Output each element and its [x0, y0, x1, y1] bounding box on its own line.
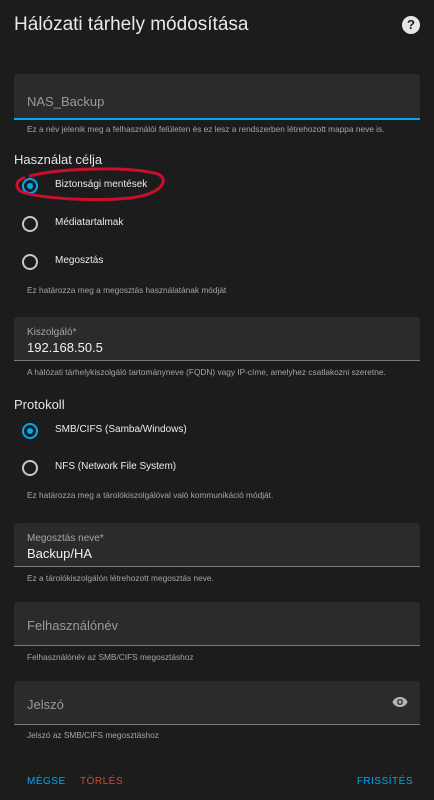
eye-icon[interactable]	[392, 696, 408, 708]
delete-button[interactable]: TÖRLÉS	[80, 776, 123, 787]
protocol-heading: Protokoll	[14, 397, 65, 412]
radio-backups-label: Biztonsági mentések	[55, 179, 148, 190]
cancel-button[interactable]: MÉGSE	[27, 776, 66, 787]
update-button[interactable]: FRISSÍTÉS	[357, 776, 413, 787]
share-name-field[interactable]: Megosztás neve* Backup/HA	[14, 523, 420, 567]
share-name-field-value: Backup/HA	[27, 546, 93, 561]
radio-backups-indicator[interactable]	[22, 178, 38, 194]
password-field[interactable]: Jelszó	[14, 681, 420, 725]
radio-share-label: Megosztás	[55, 255, 104, 266]
radio-smb-indicator[interactable]	[22, 423, 38, 439]
password-field-placeholder: Jelszó	[27, 697, 64, 712]
radio-nfs[interactable]: NFS (Network File System)	[22, 458, 262, 482]
radio-smb[interactable]: SMB/CIFS (Samba/Windows)	[22, 421, 262, 445]
username-field-helper: Felhasználónév az SMB/CIFS megosztáshoz	[27, 652, 194, 662]
name-field[interactable]: NAS_Backup	[14, 74, 420, 120]
protocol-helper: Ez határozza meg a tárolókiszolgálóval v…	[27, 490, 274, 500]
name-field-placeholder: NAS_Backup	[27, 94, 105, 109]
share-name-field-label: Megosztás neve*	[27, 533, 104, 544]
help-icon[interactable]: ?	[402, 16, 420, 34]
dialog-title: Hálózati tárhely módosítása	[14, 14, 249, 35]
server-field-value: 192.168.50.5	[27, 340, 103, 355]
share-name-field-helper: Ez a tárolókiszolgálón létrehozott megos…	[27, 573, 214, 583]
password-field-helper: Jelszó az SMB/CIFS megosztáshoz	[27, 730, 159, 740]
radio-share[interactable]: Megosztás	[22, 252, 222, 276]
server-field[interactable]: Kiszolgáló* 192.168.50.5	[14, 317, 420, 361]
radio-media-indicator[interactable]	[22, 216, 38, 232]
username-field[interactable]: Felhasználónév	[14, 602, 420, 646]
usage-helper: Ez határozza meg a megosztás használatán…	[27, 285, 227, 295]
username-field-placeholder: Felhasználónév	[27, 618, 119, 633]
radio-media-label: Médiatartalmak	[55, 217, 124, 228]
name-field-helper: Ez a név jelenik meg a felhasználói felü…	[27, 124, 385, 134]
radio-nfs-indicator[interactable]	[22, 460, 38, 476]
radio-backups[interactable]: Biztonsági mentések	[22, 176, 222, 200]
server-field-label: Kiszolgáló*	[27, 327, 77, 338]
radio-nfs-label: NFS (Network File System)	[55, 461, 177, 472]
server-field-helper: A hálózati tárhelykiszolgáló tartományne…	[27, 367, 386, 377]
usage-heading: Használat célja	[14, 152, 103, 167]
radio-smb-label: SMB/CIFS (Samba/Windows)	[55, 424, 187, 435]
radio-media[interactable]: Médiatartalmak	[22, 214, 222, 238]
radio-share-indicator[interactable]	[22, 254, 38, 270]
